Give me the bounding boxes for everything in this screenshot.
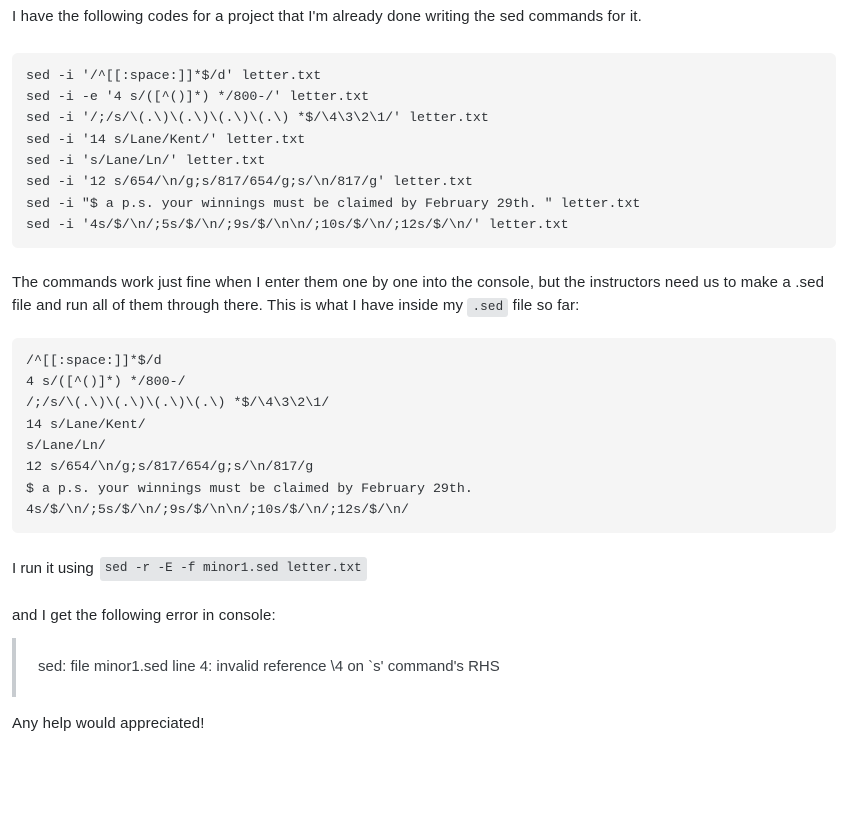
code-block-sed-file-contents[interactable]: /^[[:space:]]*$/d 4 s/([^()]*) */800-/ /…	[12, 337, 836, 534]
inline-code-sed-extension[interactable]: .sed	[467, 297, 509, 317]
inline-code-run-command[interactable]: sed -r -E -f minor1.sed letter.txt	[99, 557, 367, 582]
middle-paragraph-text-before: The commands work just fine when I enter…	[12, 274, 825, 314]
run-command-paragraph: I run it using sed -r -E -f minor1.sed le…	[12, 557, 836, 582]
middle-paragraph: The commands work just fine when I enter…	[12, 272, 836, 318]
error-message-text: sed: file minor1.sed line 4: invalid ref…	[38, 658, 500, 676]
error-blockquote: sed: file minor1.sed line 4: invalid ref…	[12, 638, 836, 697]
post-body: I have the following codes for a project…	[0, 0, 848, 736]
middle-paragraph-text-after: file so far:	[512, 296, 580, 314]
closing-paragraph: Any help would appreciated!	[12, 714, 205, 732]
code-block-sed-commands[interactable]: sed -i '/^[[:space:]]*$/d' letter.txt se…	[12, 52, 836, 249]
error-intro-paragraph: and I get the following error in console…	[12, 607, 276, 625]
intro-paragraph: I have the following codes for a project…	[12, 8, 642, 25]
run-command-label: I run it using	[12, 559, 94, 577]
